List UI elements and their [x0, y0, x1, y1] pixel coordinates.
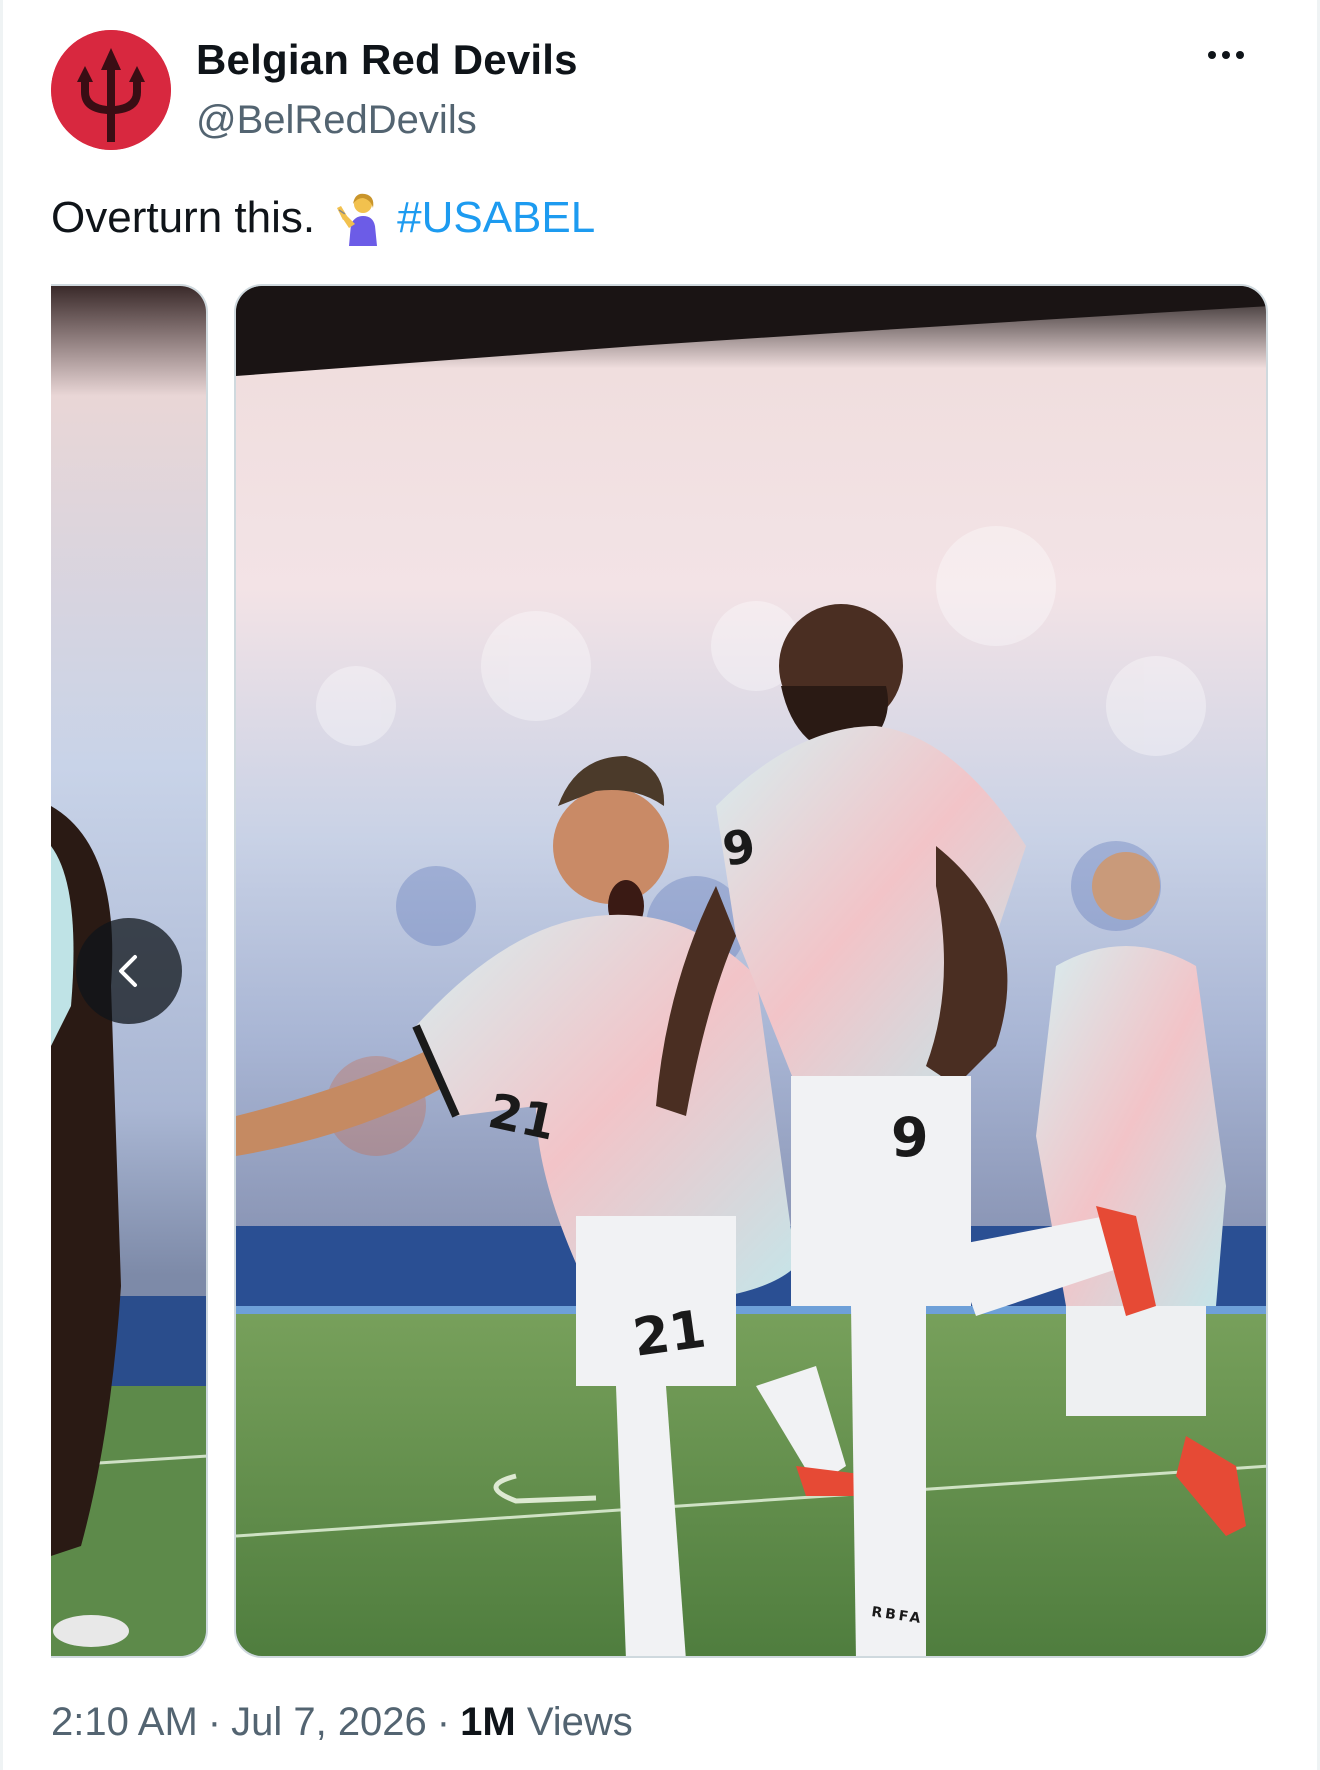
celebration-photo: 21 21 9 9 RBFA: [236, 286, 1266, 1656]
more-options-button[interactable]: [1196, 40, 1256, 70]
chevron-left-icon: [119, 955, 137, 987]
frame-border-left: [0, 0, 3, 1770]
shorts-number-9: 9: [891, 1106, 929, 1169]
author-handle[interactable]: @BelRedDevils: [196, 98, 477, 143]
separator-dot: ·: [436, 1700, 451, 1744]
carousel-previous-button[interactable]: [76, 918, 182, 1024]
trident-logo-icon: [51, 30, 171, 150]
shorts-number-21: 21: [629, 1299, 709, 1368]
more-dot-icon: [1236, 51, 1244, 59]
media-image-main[interactable]: 21 21 9 9 RBFA: [234, 284, 1268, 1658]
more-dot-icon: [1222, 51, 1230, 59]
tweet-time[interactable]: 2:10 AM: [51, 1700, 198, 1744]
views-count: 1M: [460, 1700, 516, 1744]
hashtag-link[interactable]: #USABEL: [397, 193, 595, 243]
separator-dot: ·: [207, 1700, 222, 1744]
woman-tipping-hand-emoji-icon: [333, 190, 383, 246]
more-dot-icon: [1208, 51, 1216, 59]
views-label: Views: [526, 1700, 633, 1744]
tweet-body: Overturn this.: [51, 193, 316, 242]
tweet-date[interactable]: Jul 7, 2026: [231, 1700, 427, 1744]
author-display-name[interactable]: Belgian Red Devils: [196, 36, 578, 84]
tweet-text: Overturn this. #USABEL: [51, 190, 595, 246]
tweet-meta: 2:10 AM · Jul 7, 2026 · 1M Views: [51, 1700, 633, 1745]
author-avatar[interactable]: [51, 30, 171, 150]
